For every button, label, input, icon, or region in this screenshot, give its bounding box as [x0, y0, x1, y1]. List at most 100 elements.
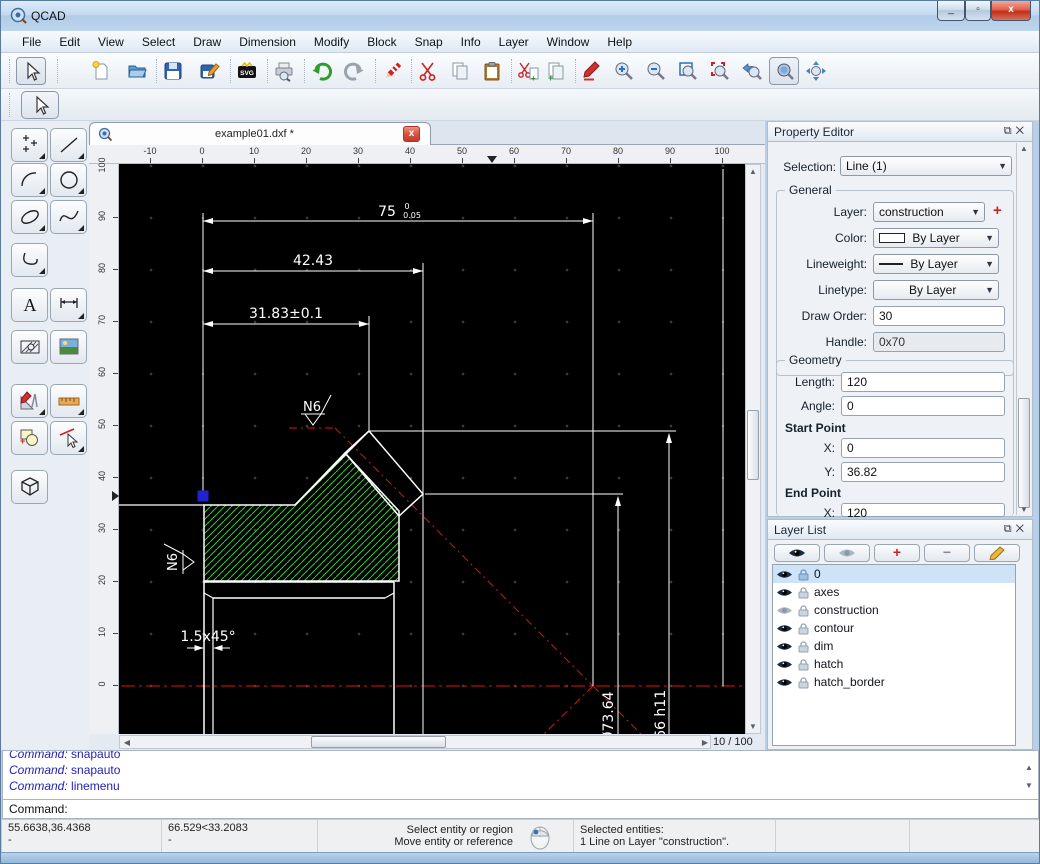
- line-tool[interactable]: [50, 128, 87, 162]
- selection-arrow-button-2[interactable]: [21, 91, 59, 119]
- eye-icon[interactable]: [776, 658, 793, 671]
- layer-row-0[interactable]: 0: [773, 565, 1015, 583]
- zoom-out-button[interactable]: [641, 57, 671, 85]
- close-button[interactable]: x: [991, 1, 1031, 21]
- arc-tool[interactable]: [11, 163, 48, 197]
- scroll-up-icon[interactable]: ▲: [1017, 144, 1031, 153]
- selection-tool-button[interactable]: [16, 57, 46, 85]
- scroll-down-icon[interactable]: ▼: [1017, 505, 1031, 514]
- cut-with-reference-button[interactable]: +: [513, 57, 543, 85]
- scroll-right-icon[interactable]: ▶: [698, 738, 712, 747]
- document-tab[interactable]: example01.dxf * x: [89, 122, 431, 145]
- paste-button[interactable]: [477, 57, 507, 85]
- angle-field[interactable]: 0: [841, 396, 1005, 416]
- auto-zoom-button[interactable]: [673, 57, 703, 85]
- menu-dimension[interactable]: Dimension: [230, 32, 305, 52]
- selection-handle[interactable]: [198, 491, 209, 502]
- length-field[interactable]: 120: [841, 372, 1005, 392]
- selection-combo[interactable]: Line (1)▼: [840, 156, 1012, 176]
- eye-icon[interactable]: [776, 622, 793, 635]
- remove-layer-button[interactable]: −: [924, 544, 970, 562]
- lock-icon[interactable]: [797, 568, 810, 581]
- dimension-tool[interactable]: [50, 288, 87, 322]
- vertical-scroll-thumb[interactable]: [747, 410, 759, 480]
- measure-tool[interactable]: [50, 384, 87, 418]
- solid-tool[interactable]: [11, 470, 48, 504]
- linetype-combo[interactable]: By Layer▼: [873, 280, 999, 300]
- scroll-down-icon[interactable]: ▼: [1022, 781, 1036, 790]
- lock-icon[interactable]: [797, 640, 810, 653]
- draw-order-field[interactable]: 30: [873, 306, 1005, 326]
- edit-pencil-button[interactable]: [577, 57, 607, 85]
- scroll-thumb[interactable]: [1018, 398, 1030, 508]
- start-y-field[interactable]: 36.82: [841, 462, 1005, 482]
- close-panel-icon[interactable]: ✕: [1016, 523, 1028, 535]
- new-file-button[interactable]: [86, 57, 116, 85]
- minimize-button[interactable]: _: [937, 1, 965, 21]
- eye-icon[interactable]: [776, 640, 793, 653]
- previous-view-button[interactable]: [737, 57, 767, 85]
- point-tool[interactable]: [11, 128, 48, 162]
- layer-combo[interactable]: construction▼: [873, 202, 985, 222]
- add-layer-button[interactable]: +: [874, 544, 920, 562]
- zoom-window-button[interactable]: [769, 57, 799, 85]
- menu-block[interactable]: Block: [358, 32, 405, 52]
- open-file-button[interactable]: [122, 57, 152, 85]
- lock-icon[interactable]: [797, 622, 810, 635]
- layer-row-dim[interactable]: dim: [773, 637, 1015, 655]
- menu-help[interactable]: Help: [598, 32, 641, 52]
- undo-button[interactable]: [307, 57, 337, 85]
- menu-window[interactable]: Window: [538, 32, 599, 52]
- delete-button[interactable]: [377, 57, 407, 85]
- end-x-field[interactable]: 120: [841, 503, 1005, 517]
- maximize-button[interactable]: ▫: [965, 1, 991, 21]
- eye-off-icon[interactable]: [776, 604, 793, 617]
- start-x-field[interactable]: 0: [841, 438, 1005, 458]
- menu-info[interactable]: Info: [452, 32, 490, 52]
- block-tool[interactable]: +: [11, 421, 48, 455]
- redo-button[interactable]: [339, 57, 369, 85]
- lock-icon[interactable]: [797, 604, 810, 617]
- save-button[interactable]: [158, 57, 188, 85]
- property-editor-scrollbar[interactable]: ▲ ▼: [1016, 143, 1031, 515]
- lineweight-combo[interactable]: By Layer▼: [873, 254, 999, 274]
- copy-button[interactable]: [445, 57, 475, 85]
- layer-row-hatch-border[interactable]: hatch_border: [773, 673, 1015, 691]
- eye-icon[interactable]: [776, 586, 793, 599]
- pan-button[interactable]: [801, 57, 831, 85]
- add-layer-button[interactable]: +: [993, 202, 1002, 219]
- circle-tool[interactable]: [50, 163, 87, 197]
- spline-tool[interactable]: [50, 200, 87, 234]
- cut-button[interactable]: [413, 57, 443, 85]
- menu-modify[interactable]: Modify: [305, 32, 358, 52]
- image-tool[interactable]: [50, 330, 87, 364]
- lock-icon[interactable]: [797, 586, 810, 599]
- hide-all-layers-button[interactable]: [824, 544, 870, 562]
- layer-row-construction[interactable]: construction: [773, 601, 1015, 619]
- scroll-down-icon[interactable]: ▼: [746, 722, 760, 731]
- layer-row-axes[interactable]: axes: [773, 583, 1015, 601]
- print-preview-button[interactable]: [269, 57, 299, 85]
- float-panel-icon[interactable]: ⧉: [1004, 523, 1016, 535]
- edit-layer-button[interactable]: [974, 544, 1020, 562]
- menu-select[interactable]: Select: [133, 32, 184, 52]
- hatch-tool[interactable]: [11, 330, 48, 364]
- close-panel-icon[interactable]: ✕: [1016, 125, 1028, 137]
- eye-icon[interactable]: [776, 568, 793, 581]
- copy-with-reference-button[interactable]: +: [541, 57, 571, 85]
- drawing-canvas[interactable]: 75 0 0.05 42.43 31.83±0.1 1.5x45° Ø73.64…: [119, 164, 745, 734]
- scroll-up-icon[interactable]: ▲: [746, 167, 760, 176]
- modify-select-tool[interactable]: [50, 421, 87, 455]
- polyline-tool[interactable]: [11, 243, 48, 277]
- layer-row-hatch[interactable]: hatch: [773, 655, 1015, 673]
- command-history-scrollbar[interactable]: ▲ ▼: [1022, 763, 1037, 799]
- lock-icon[interactable]: [797, 658, 810, 671]
- menu-file[interactable]: File: [13, 32, 50, 52]
- menu-snap[interactable]: Snap: [406, 32, 452, 52]
- float-panel-icon[interactable]: ⧉: [1004, 125, 1016, 137]
- show-all-layers-button[interactable]: [774, 544, 820, 562]
- misc-draw-tool[interactable]: [11, 384, 48, 418]
- scroll-up-icon[interactable]: ▲: [1022, 763, 1036, 772]
- menu-view[interactable]: View: [89, 32, 133, 52]
- canvas-vertical-scrollbar[interactable]: ▲ ▼: [745, 164, 761, 734]
